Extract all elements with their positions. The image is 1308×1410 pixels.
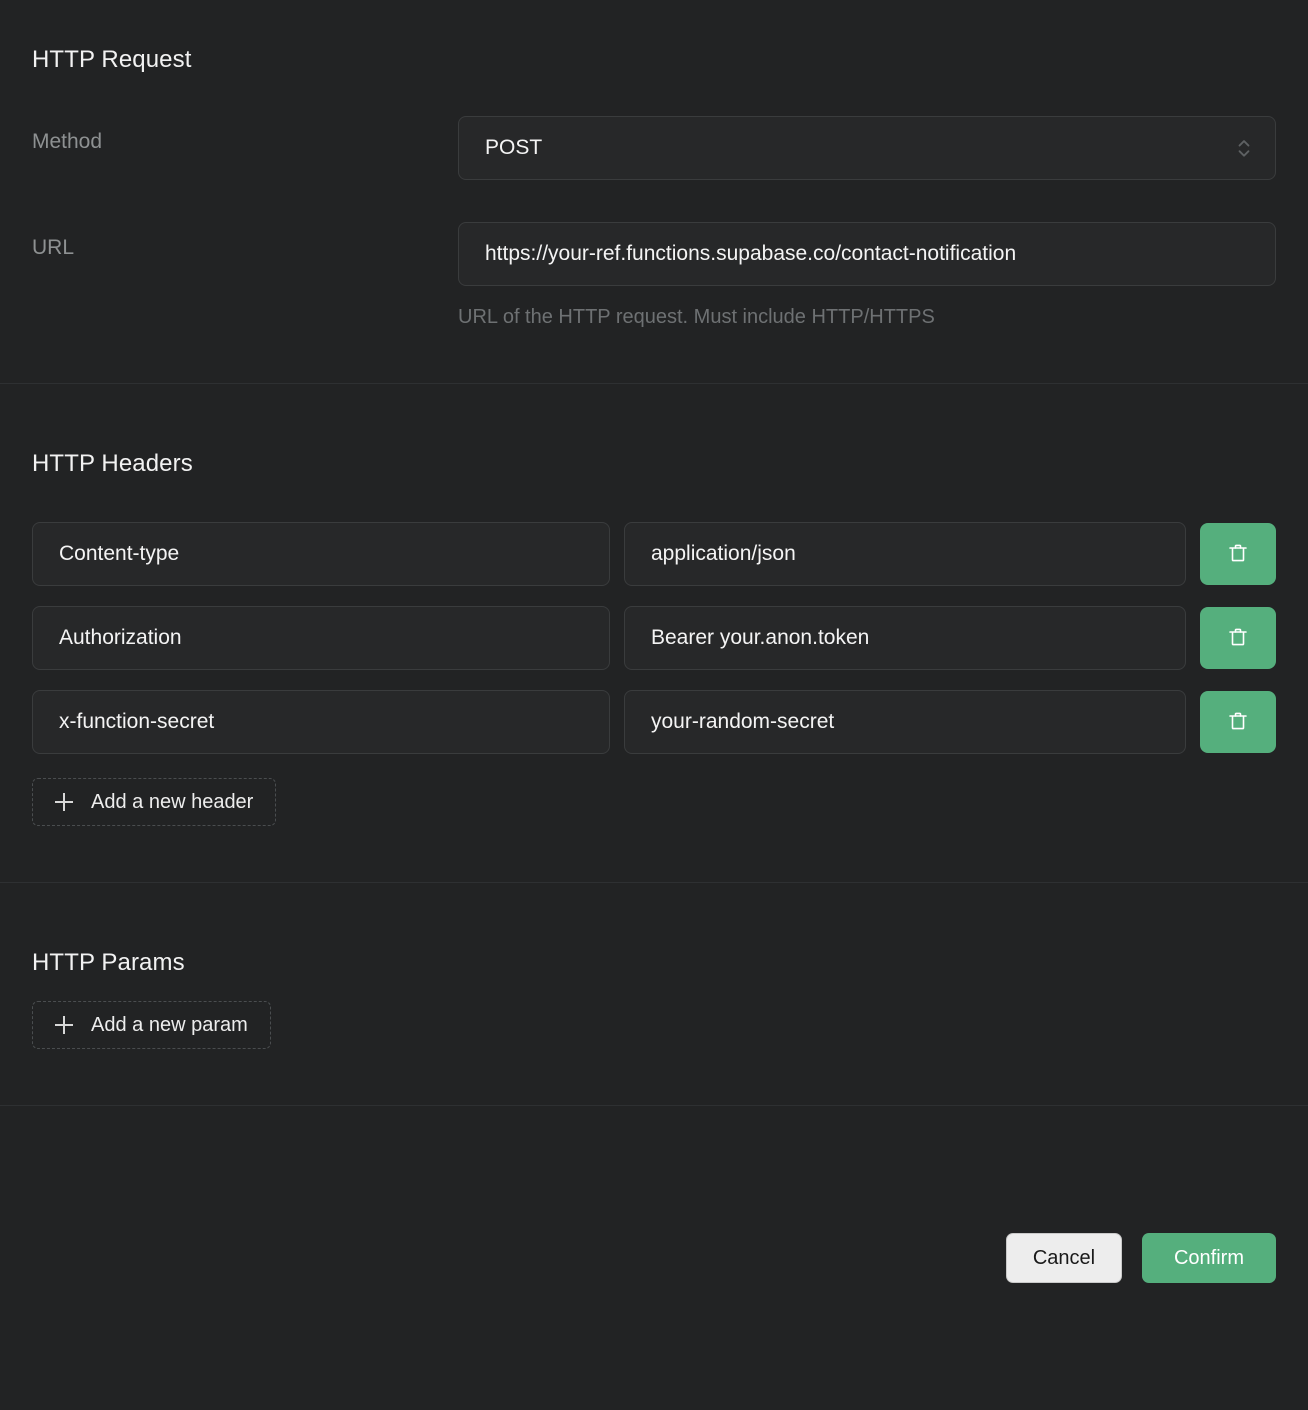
url-label: URL	[32, 236, 74, 259]
trash-icon	[1226, 709, 1250, 736]
header-value-input[interactable]	[624, 606, 1186, 670]
add-new-param-label: Add a new param	[91, 1014, 248, 1037]
method-input-col: POST	[458, 116, 1276, 180]
trash-icon	[1226, 541, 1250, 568]
header-value-input[interactable]	[624, 690, 1186, 754]
http-params-section: HTTP Params Add a new param	[0, 883, 1308, 1106]
method-row: Method POST	[32, 116, 1276, 180]
chevron-updown-icon	[1235, 135, 1253, 161]
url-input[interactable]	[458, 222, 1276, 286]
header-key-input[interactable]	[32, 522, 610, 586]
method-select-value: POST	[485, 136, 542, 160]
section-title-http-params: HTTP Params	[32, 949, 1276, 977]
plus-icon	[55, 793, 73, 811]
add-new-param-button[interactable]: Add a new param	[32, 1001, 271, 1049]
delete-header-button[interactable]	[1200, 691, 1276, 753]
trash-icon	[1226, 625, 1250, 652]
header-key-input[interactable]	[32, 606, 610, 670]
header-row	[32, 690, 1276, 754]
delete-header-button[interactable]	[1200, 523, 1276, 585]
header-row	[32, 522, 1276, 586]
dialog-footer: Cancel Confirm	[0, 1106, 1308, 1410]
http-headers-section: HTTP Headers	[0, 384, 1308, 883]
http-request-section: HTTP Request Method POST U	[0, 0, 1308, 384]
headers-list	[32, 522, 1276, 754]
url-row: URL URL of the HTTP request. Must includ…	[32, 222, 1276, 329]
method-label: Method	[32, 130, 102, 153]
cancel-button[interactable]: Cancel	[1006, 1233, 1122, 1283]
url-label-col: URL	[32, 222, 458, 260]
delete-header-button[interactable]	[1200, 607, 1276, 669]
header-value-input[interactable]	[624, 522, 1186, 586]
section-title-http-request: HTTP Request	[32, 46, 1276, 74]
plus-icon	[55, 1016, 73, 1034]
method-label-col: Method	[32, 116, 458, 154]
section-title-http-headers: HTTP Headers	[32, 450, 1276, 478]
add-new-header-button[interactable]: Add a new header	[32, 778, 276, 826]
http-request-dialog: HTTP Request Method POST U	[0, 0, 1308, 1410]
add-new-header-label: Add a new header	[91, 791, 253, 814]
confirm-button[interactable]: Confirm	[1142, 1233, 1276, 1283]
header-row	[32, 606, 1276, 670]
url-input-col: URL of the HTTP request. Must include HT…	[458, 222, 1276, 329]
method-select[interactable]: POST	[458, 116, 1276, 180]
url-helper-text: URL of the HTTP request. Must include HT…	[458, 306, 1276, 329]
header-key-input[interactable]	[32, 690, 610, 754]
